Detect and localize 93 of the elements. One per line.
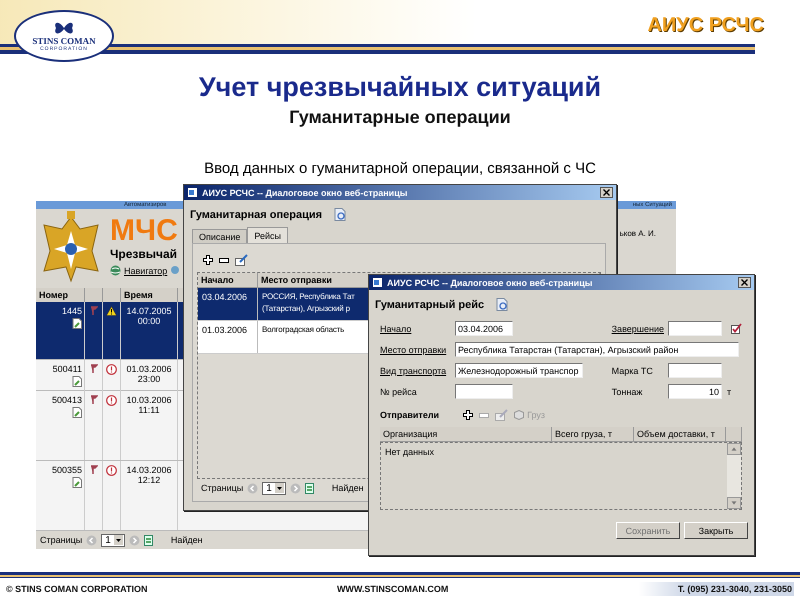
scrollbar[interactable] — [727, 443, 741, 509]
app-icon — [372, 277, 383, 288]
input-field[interactable] — [668, 321, 722, 336]
website-text: WWW.STINSCOMAN.COM — [336, 584, 448, 594]
flag-icon — [90, 395, 98, 404]
section-label: Отправители — [380, 410, 440, 420]
incident-time: 14.03.2006 12:12 — [126, 465, 172, 486]
close-button[interactable] — [600, 187, 613, 198]
flag-icon — [90, 364, 98, 374]
brand-title: АИУС РСЧС — [647, 14, 764, 37]
found-label: Найден — [332, 483, 364, 493]
start-date: 03.04.2006 — [198, 288, 258, 320]
field-label[interactable]: Вид транспорта — [380, 366, 455, 376]
departure-place: (Татарстан), Агрызский р — [262, 303, 350, 315]
dialog-button[interactable]: Закрыть — [684, 522, 748, 539]
exclamation-icon — [106, 395, 117, 406]
page-select[interactable]: 1 — [262, 482, 286, 494]
check-icon[interactable] — [731, 323, 742, 334]
caret-icon — [114, 534, 123, 545]
dialog-heading: Гуманитарная операция — [190, 208, 322, 220]
refresh-icon[interactable] — [304, 482, 314, 494]
exclamation-icon — [106, 364, 117, 376]
document-refresh-icon[interactable] — [334, 208, 346, 221]
document-icon — [72, 407, 82, 418]
globe-icon — [110, 265, 121, 276]
input-field[interactable] — [455, 384, 513, 399]
column-header: Объем доставки, т — [634, 427, 726, 442]
input-field[interactable]: Республика Татарстан (Татарстан), Агрызский район — [455, 342, 739, 357]
plus-icon[interactable] — [203, 255, 213, 265]
tab[interactable]: Рейсы — [247, 227, 288, 243]
header-corner — [726, 427, 742, 442]
incident-time: 01.03.2006 23:00 — [126, 364, 172, 384]
column-header: Организация — [380, 427, 552, 442]
edit-icon[interactable] — [235, 254, 248, 266]
field-label[interactable]: Место отправки — [380, 344, 455, 354]
dialog-heading: Гуманитарный рейс — [375, 298, 484, 310]
exclamation-icon — [106, 465, 117, 476]
input-field[interactable]: 03.04.2006 — [455, 321, 513, 336]
close-icon — [603, 189, 610, 196]
close-icon — [741, 279, 748, 286]
document-icon — [72, 376, 82, 388]
incident-number: 500355 — [52, 465, 82, 476]
column-header: Всего груза, т — [552, 427, 634, 442]
navigator-link[interactable]: Навигатор — [124, 266, 168, 276]
departure-place: РОССИЯ, Республика Тат — [262, 291, 355, 303]
close-button[interactable] — [738, 277, 751, 288]
butterfly-icon — [53, 20, 75, 36]
found-label: Найден — [170, 535, 203, 546]
document-icon — [72, 318, 82, 329]
departure-place: Волгоградская область — [262, 324, 344, 336]
input-field[interactable] — [668, 363, 722, 378]
document-refresh-icon[interactable] — [496, 298, 508, 311]
user-name: ьков А. И. — [620, 229, 656, 238]
page-select[interactable]: 1 — [101, 534, 125, 547]
refresh-icon[interactable] — [144, 534, 153, 546]
flag-icon — [90, 465, 98, 474]
plus-icon[interactable] — [463, 410, 474, 420]
window-title: АИУС РСЧС -- Диалоговое окно веб-страницы — [202, 188, 408, 198]
incident-time: 14.07.2005 00:00 — [126, 306, 172, 326]
document-icon — [72, 477, 82, 488]
cube-icon — [514, 410, 524, 420]
incident-time: 10.03.2006 11:11 — [126, 395, 172, 416]
pager-label: Страницы — [201, 483, 244, 493]
copyright-text: © STINS COMAN CORPORATION — [6, 584, 148, 594]
scroll-down-icon[interactable] — [727, 497, 741, 509]
incident-number: 500413 — [52, 395, 82, 406]
logo-text: МЧС — [110, 215, 179, 247]
warning-icon — [106, 306, 117, 316]
incident-number: 1445 — [62, 306, 82, 316]
scroll-up-icon[interactable] — [727, 443, 741, 455]
empty-message: Нет данных — [384, 446, 435, 459]
start-date: 01.03.2006 — [198, 321, 258, 353]
app-heading: Чрезвычай — [110, 247, 178, 261]
pager-label: Страницы — [40, 535, 82, 546]
window-title: АИУС РСЧС -- Диалоговое окно веб-страницы — [387, 278, 592, 288]
tab[interactable]: Описание — [192, 229, 248, 243]
field-label[interactable]: Начало — [380, 324, 455, 334]
field-label: № рейса — [380, 386, 418, 396]
field-label: Марка ТС — [612, 366, 654, 376]
caret-icon — [274, 482, 284, 492]
slide-description: Ввод данных о гуманитарной операции, связанной с ЧС — [203, 160, 597, 177]
slide-title: Учет чрезвычайных ситуаций — [198, 72, 602, 103]
incident-number: 500411 — [52, 364, 82, 374]
input-field[interactable]: Железнодорожный транспор — [455, 363, 583, 378]
flag-icon — [90, 306, 98, 315]
minus-icon[interactable] — [219, 258, 229, 262]
slide-subtitle: Гуманитарные операции — [288, 107, 512, 128]
input-field[interactable]: 10 — [668, 384, 722, 399]
field-label: Тоннаж — [612, 386, 644, 396]
field-label[interactable]: Завершение — [612, 324, 668, 334]
unit-label: т — [726, 386, 732, 396]
logo-name: STINS COMAN — [32, 36, 96, 46]
app-icon — [187, 187, 198, 198]
